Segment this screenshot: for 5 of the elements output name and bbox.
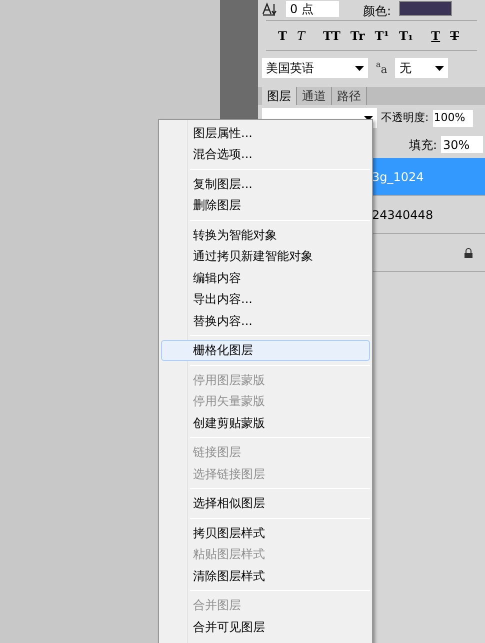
opacity-label: 不透明度: xyxy=(381,110,429,126)
fill-label: 填充: xyxy=(408,136,437,154)
layer-name: 24340448 xyxy=(372,206,434,224)
layer-name: 3g_1024 xyxy=(372,168,424,186)
color-label: 颜色: xyxy=(363,2,392,20)
